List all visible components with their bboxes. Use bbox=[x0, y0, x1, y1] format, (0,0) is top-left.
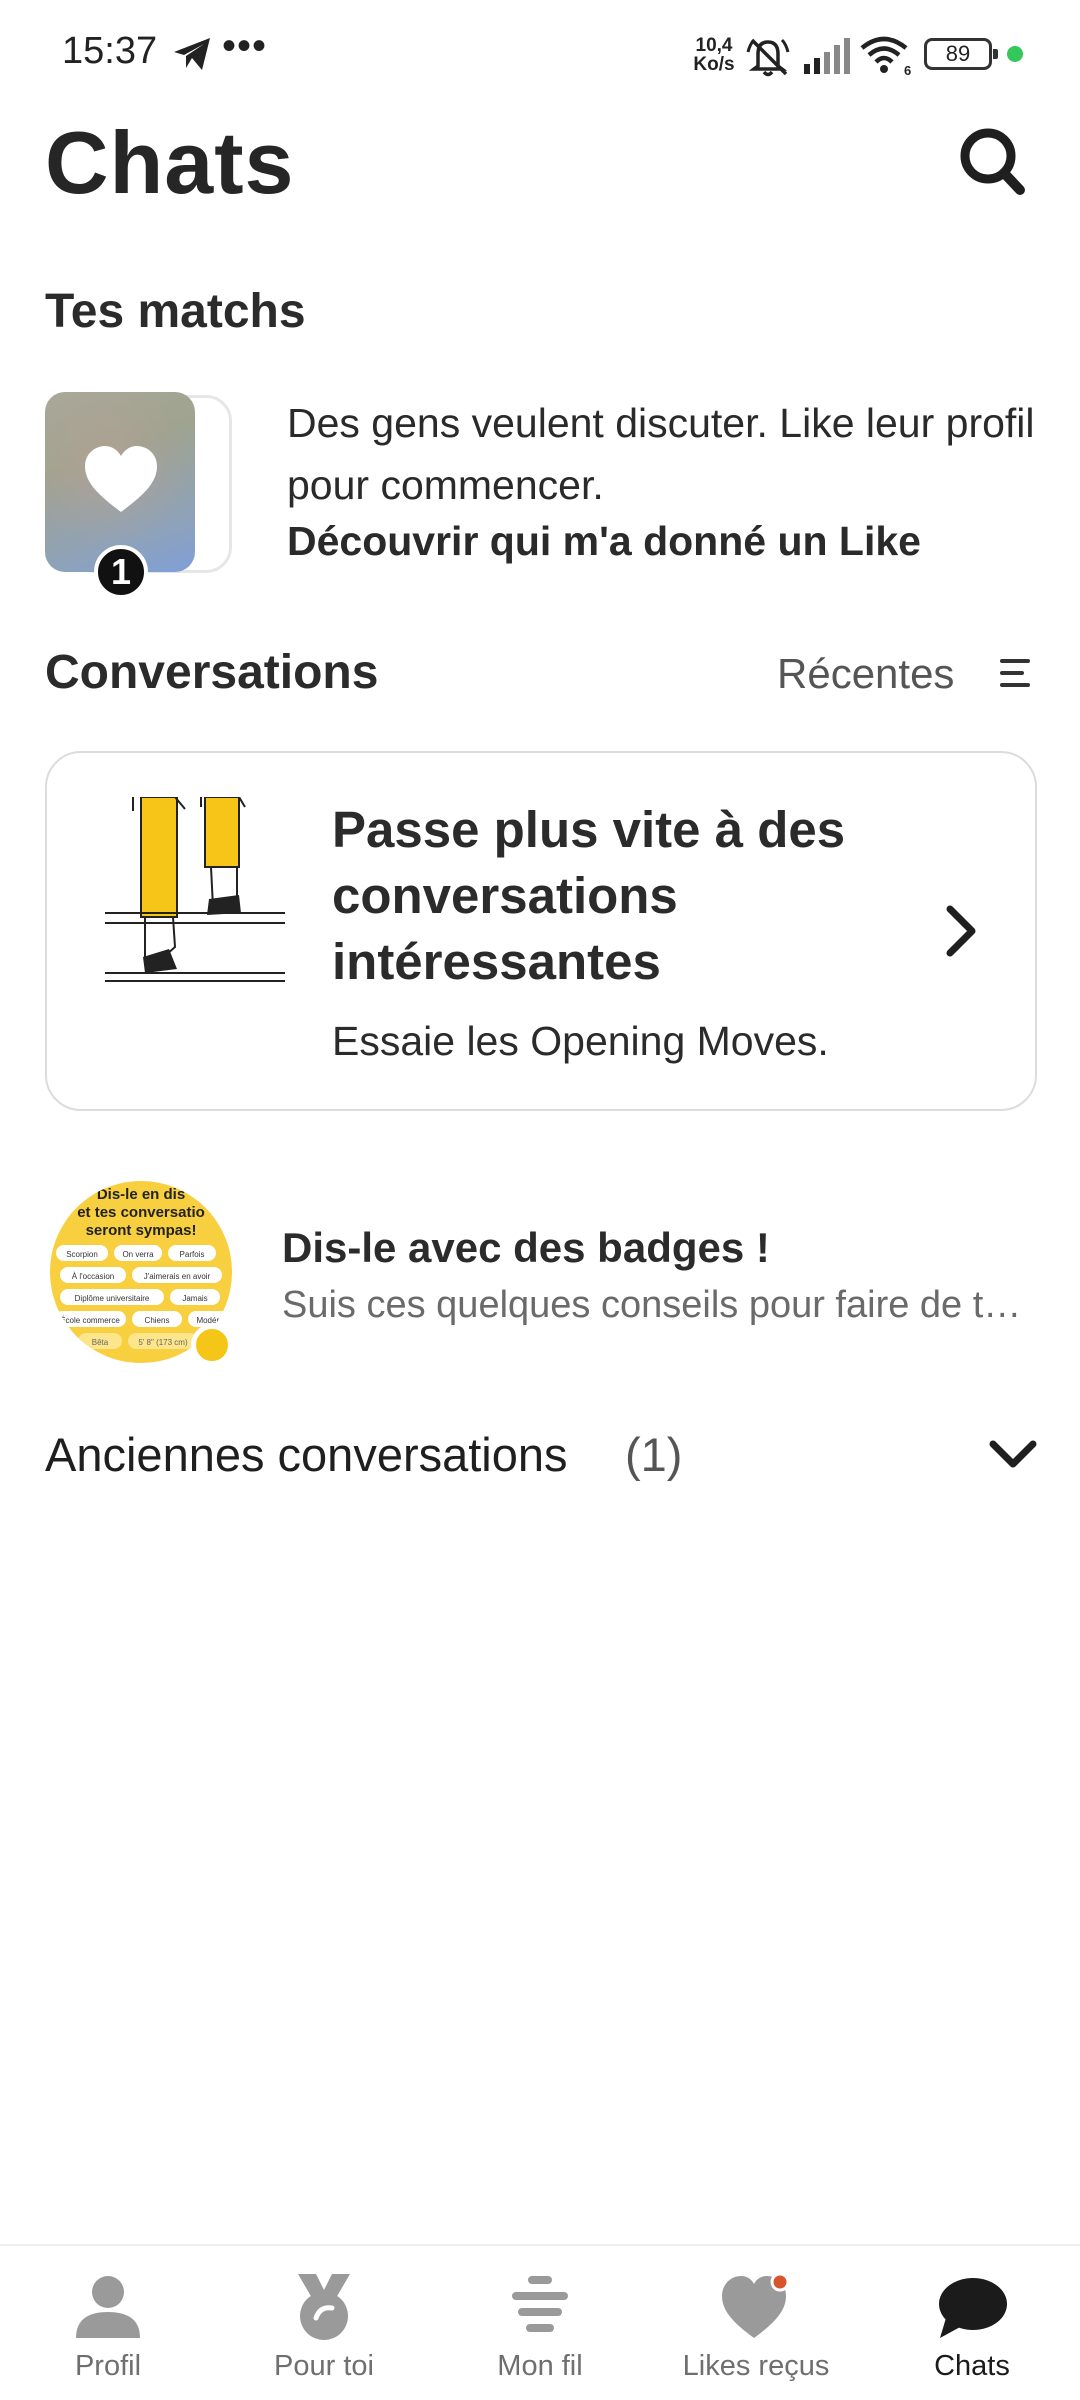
muted-bell-icon bbox=[746, 38, 790, 77]
wifi-icon: 6 bbox=[860, 36, 911, 76]
profile-icon bbox=[76, 2276, 140, 2338]
svg-text:On verra: On verra bbox=[122, 1250, 154, 1259]
svg-text:6: 6 bbox=[904, 63, 911, 76]
bottom-navigation: Profil Pour toi Mon fil Likes reçus Chat… bbox=[0, 2244, 1080, 2400]
svg-text:École commerce: École commerce bbox=[60, 1316, 120, 1325]
svg-text:Diplôme universitaire: Diplôme universitaire bbox=[75, 1294, 150, 1303]
old-conversations-toggle[interactable]: Anciennes conversations (1) bbox=[45, 1422, 1037, 1492]
chevron-right-icon bbox=[946, 905, 976, 957]
matches-description: Des gens veulent discuter. Like leur pro… bbox=[287, 400, 1035, 508]
svg-text:Scorpion: Scorpion bbox=[66, 1250, 98, 1259]
svg-text:J'aimerais en avoir: J'aimerais en avoir bbox=[144, 1272, 211, 1281]
heart-icon bbox=[85, 446, 157, 512]
nav-item-likes-recus[interactable]: Likes reçus bbox=[648, 2246, 864, 2400]
svg-text:Chiens: Chiens bbox=[145, 1316, 170, 1325]
heart-icon bbox=[722, 2272, 790, 2338]
opening-moves-title: Passe plus vite à des conversations inté… bbox=[332, 801, 846, 990]
telegram-icon bbox=[174, 38, 210, 70]
svg-text:À l'occasion: À l'occasion bbox=[72, 1272, 114, 1281]
status-time: 15:37 bbox=[62, 30, 158, 72]
nav-label-pour-toi: Pour toi bbox=[274, 2350, 374, 2382]
nav-label-likes-recus: Likes reçus bbox=[682, 2350, 830, 2382]
svg-text:Jamais: Jamais bbox=[182, 1294, 207, 1303]
nav-item-pour-toi[interactable]: Pour toi bbox=[216, 2246, 432, 2400]
svg-text:Parfois: Parfois bbox=[180, 1250, 205, 1259]
nav-item-profil[interactable]: Profil bbox=[0, 2246, 216, 2400]
sort-selector[interactable]: Récentes bbox=[777, 650, 954, 698]
matches-section-title: Tes matchs bbox=[45, 285, 306, 338]
old-conversations-label: Anciennes conversations bbox=[45, 1428, 568, 1481]
svg-text:et tes conversatio: et tes conversatio bbox=[77, 1204, 205, 1221]
signal-icon bbox=[804, 38, 850, 74]
badges-conversation-preview: Suis ces quelques conseils pour faire de… bbox=[282, 1284, 1022, 1326]
search-icon[interactable] bbox=[956, 122, 1028, 198]
chat-bubble-icon bbox=[939, 2278, 1007, 2338]
nav-label-profil: Profil bbox=[74, 2350, 142, 2382]
page-title: Chats bbox=[45, 113, 295, 212]
feed-icon bbox=[512, 2276, 568, 2332]
privacy-indicator-dot bbox=[1007, 46, 1023, 62]
opening-moves-subtitle: Essaie les Opening Moves. bbox=[332, 1018, 829, 1064]
battery-indicator: 89 bbox=[924, 38, 998, 70]
nav-item-mon-fil[interactable]: Mon fil bbox=[432, 2246, 648, 2400]
badges-conversation-title: Dis-le avec des badges ! bbox=[282, 1224, 770, 1271]
network-speed: 10,4 Ko/s bbox=[693, 35, 735, 75]
svg-text:5' 8" (173 cm): 5' 8" (173 cm) bbox=[138, 1338, 188, 1347]
match-count-badge: 1 bbox=[94, 545, 148, 599]
conversations-section-title: Conversations bbox=[45, 646, 379, 699]
more-notifications-icon: ••• bbox=[222, 24, 268, 68]
svg-text:Bêta: Bêta bbox=[92, 1338, 109, 1347]
svg-text:seront sympas!: seront sympas! bbox=[86, 1222, 197, 1239]
nav-item-chats[interactable]: Chats bbox=[864, 2246, 1080, 2400]
old-conversations-count: (1) bbox=[625, 1428, 683, 1481]
medal-icon bbox=[298, 2274, 350, 2340]
nav-label-chats: Chats bbox=[934, 2350, 1010, 2382]
nav-label-mon-fil: Mon fil bbox=[497, 2350, 583, 2382]
opening-moves-card[interactable]: Passe plus vite à des conversations inté… bbox=[45, 751, 1037, 1111]
discover-likes-link[interactable]: Découvrir qui m'a donné un Like bbox=[287, 518, 921, 565]
sort-icon[interactable] bbox=[998, 656, 1032, 690]
unread-indicator bbox=[191, 1324, 233, 1366]
status-bar: 15:37 ••• 10,4 Ko/s 6 89 bbox=[0, 0, 1080, 110]
svg-text:Dis-le en dis: Dis-le en dis bbox=[97, 1186, 185, 1203]
chevron-down-icon bbox=[989, 1440, 1037, 1468]
opening-moves-illustration bbox=[105, 797, 285, 982]
